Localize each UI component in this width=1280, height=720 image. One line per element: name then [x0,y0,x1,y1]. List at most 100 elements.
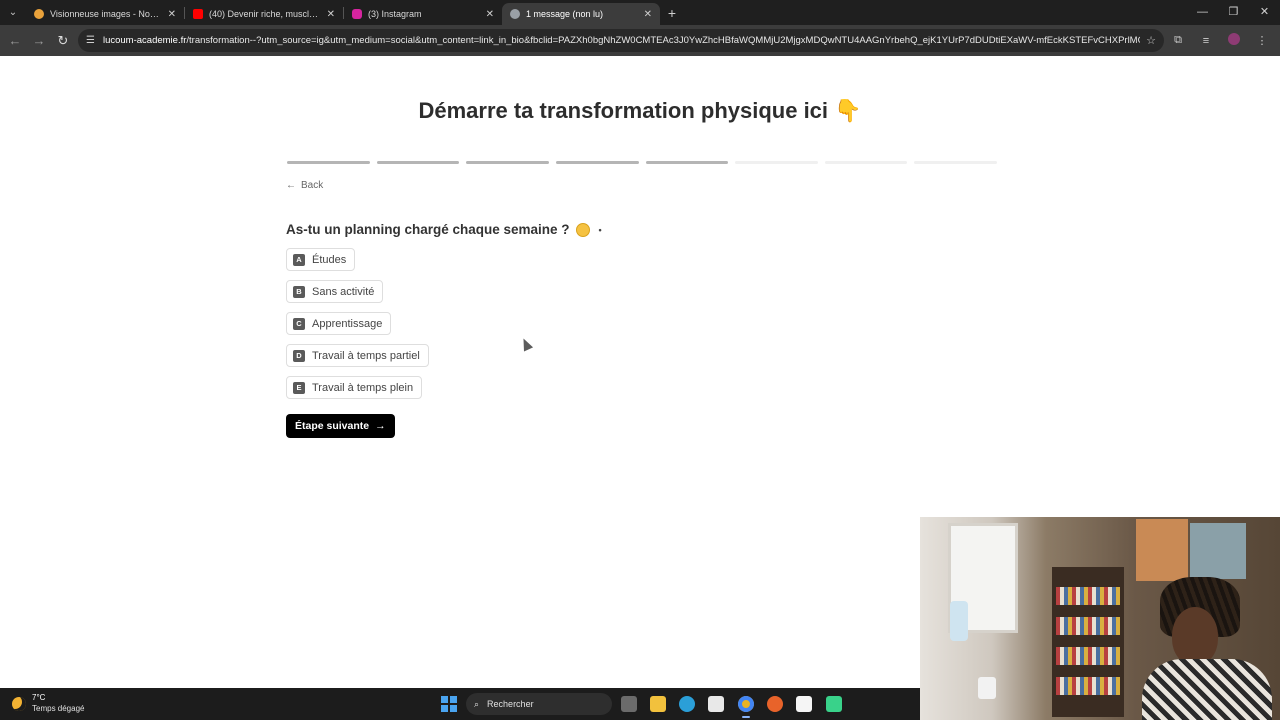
url-path: /transformation--?utm_source=ig&utm_medi… [186,35,1141,46]
webcam-streamer [1142,577,1272,720]
webcam-spray-bottle [950,601,968,641]
page-title: Démarre ta transformation physique ici 👇 [418,98,862,123]
webcam-shelf-books [1056,587,1120,605]
tab-search-chevron-icon[interactable]: ⌄ [0,0,26,25]
back-link[interactable]: ← Back [286,180,323,191]
minimize-icon[interactable]: — [1187,0,1218,25]
back-arrow-icon[interactable]: ← [3,33,27,48]
close-tab-icon[interactable]: ✕ [327,9,335,20]
progress-bar [287,161,997,164]
search-icon: ⌕ [474,698,480,709]
progress-segment [466,161,549,164]
close-tab-icon[interactable]: ✕ [168,9,176,20]
file-explorer-icon[interactable] [650,696,666,712]
weather-description: Temps dégagé [32,704,85,713]
firefox-browser-icon[interactable] [767,696,783,712]
progress-segment [376,161,460,164]
option-label: Travail à temps plein [312,381,414,394]
webcam-shelf-books [1056,647,1120,665]
media-control-icon[interactable]: ≡ [1192,35,1220,47]
kebab-menu-icon[interactable]: ⋮ [1248,34,1276,47]
option-key-badge: C [293,317,305,330]
browser-tab-bar: ⌄ Visionneuse images - Noelshack ✕ (40) … [0,0,1280,25]
back-arrow-icon: ← [286,180,296,191]
moon-weather-icon [12,696,26,711]
option-a[interactable]: A Études [286,248,356,271]
option-c[interactable]: C Apprentissage [286,312,392,335]
option-label: Travail à temps partiel [312,349,420,362]
capcut-icon[interactable] [796,696,812,712]
close-window-icon[interactable]: ✕ [1249,0,1280,25]
option-key-badge: B [293,285,305,298]
edge-browser-icon[interactable] [679,696,695,712]
chrome-browser-icon[interactable] [738,696,754,712]
tab-youtube[interactable]: (40) Devenir riche, musclé, moins stress… [185,3,343,25]
tab-instagram[interactable]: (3) Instagram ✕ [344,3,502,25]
webcam-shelf-books [1056,617,1120,635]
progress-segment [824,161,908,164]
hot-face-emoji-icon [575,222,590,237]
active-app-indicator [742,716,750,718]
progress-segment [735,161,818,164]
option-label: Sans activité [312,285,375,298]
address-bar[interactable]: ☰ lucoum-academie.fr/transformation--?ut… [78,29,1164,52]
tab-title: 1 message (non lu) [526,9,604,19]
tab-title: (40) Devenir riche, musclé, moins stress… [209,9,321,19]
youtube-favicon-icon [193,9,203,19]
option-key-badge: D [293,349,305,362]
weather-temperature: 7°C [32,693,46,702]
browser-tools: ⧉ ≡ ⋮ [1164,25,1276,56]
microsoft-store-icon[interactable] [708,696,724,712]
option-label: Apprentissage [312,317,383,330]
windows-start-icon[interactable] [441,696,457,712]
next-step-button[interactable]: Étape suivante → [286,414,395,438]
webcam-streamer-sweater [1142,659,1272,720]
back-label: Back [301,180,324,191]
weather-widget[interactable]: 7°C Temps dégagé [12,693,84,714]
extensions-puzzle-icon[interactable]: ⧉ [1164,34,1192,47]
progress-segment [555,161,639,164]
profile-avatar-icon [1228,33,1240,45]
taskbar-search-box[interactable]: ⌕ Rechercher [466,693,612,715]
option-key-badge: E [293,381,305,394]
noelshack-favicon-icon [34,9,44,19]
task-view-icon[interactable] [621,696,637,712]
restore-icon[interactable]: ❐ [1218,0,1249,25]
url-text[interactable]: lucoum-academie.fr/transformation--?utm_… [103,35,1140,46]
tab-title: (3) Instagram [368,9,422,19]
site-info-icon[interactable]: ☰ [86,35,95,46]
progress-segment [914,161,997,164]
tab-noelshack[interactable]: Visionneuse images - Noelshack ✕ [26,3,184,25]
option-key-badge: A [293,253,305,266]
webcam-poster [1136,519,1188,581]
tab-title: Visionneuse images - Noelshack [50,9,162,19]
profile-avatar[interactable] [1220,33,1248,48]
progress-segment [645,161,729,164]
reload-icon[interactable]: ↻ [51,33,75,49]
option-label: Études [312,253,347,266]
webcam-poster [1190,523,1246,579]
close-tab-icon[interactable]: ✕ [486,9,494,20]
windows-taskbar: 7°C Temps dégagé ⌕ Rechercher [0,688,920,720]
webcam-mug [978,677,996,699]
streaming-app-icon[interactable] [826,696,842,712]
url-host: lucoum-academie.fr [102,35,187,46]
forward-arrow-icon[interactable]: → [27,33,51,48]
arrow-right-icon: → [375,420,386,432]
option-b[interactable]: B Sans activité [286,280,384,303]
new-tab-plus-icon[interactable]: + [660,5,684,21]
option-e[interactable]: E Travail à temps plein [286,376,423,399]
next-step-label: Étape suivante [295,420,370,432]
option-d[interactable]: D Travail à temps partiel [286,344,429,367]
bookmark-star-icon[interactable]: ☆ [1146,34,1156,47]
required-marker: • [598,224,602,235]
search-placeholder: Rechercher [487,699,534,709]
progress-segment [287,161,370,164]
question-heading: As-tu un planning chargé chaque semaine … [286,222,602,237]
close-tab-icon[interactable]: ✕ [644,9,652,20]
webcam-streamer-face [1172,607,1218,665]
window-controls: — ❐ ✕ [1187,0,1280,25]
mouse-cursor-icon [518,336,534,352]
tab-active-message[interactable]: 1 message (non lu) ✕ [502,3,660,25]
globe-favicon-icon [510,9,520,19]
